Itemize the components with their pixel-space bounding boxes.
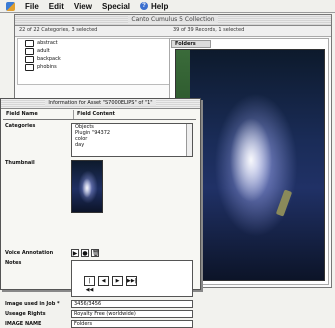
usage-rights-label: Useage Rights (5, 311, 46, 317)
next-record-button[interactable]: ▶ (112, 276, 123, 286)
image-used-label: Image used in Job * (5, 301, 60, 307)
category-item-label: abstract (37, 40, 58, 46)
voice-annotation-controls: ▶ ● 🗑 (71, 249, 100, 257)
folder-icon (25, 55, 34, 63)
menu-special[interactable]: Special (102, 2, 130, 11)
usage-rights-field[interactable]: Royalty Free (worldwide) (71, 310, 193, 318)
field-content-header: Field Content (77, 111, 115, 117)
menu-help-label: Help (151, 1, 169, 11)
thumbnail-label: Thumbnail (5, 160, 35, 166)
help-icon: ? (140, 2, 148, 10)
category-item[interactable]: backpack (18, 55, 178, 63)
categories-field[interactable]: Objects Plugin "94372 color day (71, 123, 193, 157)
record-voice-button[interactable]: ● (81, 249, 89, 257)
menu-file[interactable]: File (25, 2, 39, 11)
category-item-label: adult (37, 48, 50, 54)
trash-icon[interactable]: 🗑 (91, 249, 100, 257)
category-item[interactable]: phobins (18, 63, 178, 71)
menu-help[interactable]: ? Help (140, 2, 168, 11)
menu-view[interactable]: View (74, 2, 92, 11)
record-navigation: |◀◀ ◀ ▶ ▶▶| (84, 276, 137, 293)
catalog-window-titlebar[interactable]: Canto Cumulus 5 Collection (15, 15, 331, 26)
voice-annotation-label: Voice Annotation (5, 250, 54, 256)
asset-info-title: Information for Asset "S7000ELIPS" of "1… (45, 100, 156, 106)
image-name-label: IMAGE NAME (5, 321, 42, 327)
image-used-field[interactable]: 3456/3456 (71, 300, 193, 308)
folder-icon (25, 47, 34, 55)
folder-icon (25, 63, 34, 71)
record-field-tab[interactable]: Folders (171, 40, 211, 48)
previous-record-button[interactable]: ◀ (98, 276, 109, 286)
catalog-window-title: Canto Cumulus 5 Collection (128, 16, 218, 23)
asset-thumbnail (71, 160, 103, 213)
record-status: 39 of 39 Records, 1 selected (173, 27, 245, 33)
apple-menu-icon[interactable] (6, 1, 15, 11)
field-name-header: Field Name (3, 110, 74, 119)
image-name-field[interactable]: Folders (71, 320, 193, 328)
category-value: day (75, 142, 85, 148)
category-status: 22 of 22 Categories, 3 selected (19, 27, 98, 33)
categories-label: Categories (5, 123, 36, 129)
category-list[interactable]: abstract adult backpack phobins (17, 38, 179, 85)
field-header-row: Field Name Field Content (3, 110, 196, 120)
folder-icon (25, 39, 34, 47)
asset-info-titlebar[interactable]: Information for Asset "S7000ELIPS" of "1… (1, 99, 200, 109)
last-record-button[interactable]: ▶▶| (126, 276, 137, 286)
category-item[interactable]: adult (18, 47, 178, 55)
asset-info-dialog: Information for Asset "S7000ELIPS" of "1… (0, 98, 201, 328)
category-item-label: backpack (37, 56, 61, 62)
first-record-button[interactable]: |◀◀ (84, 276, 95, 293)
menu-bar: File Edit View Special ? Help (0, 0, 335, 13)
thumbnail-clip-shape (275, 189, 293, 217)
category-item-label: phobins (37, 64, 57, 70)
catalog-status-row: 22 of 22 Categories, 3 selected 39 of 39… (15, 26, 331, 37)
play-voice-button[interactable]: ▶ (71, 249, 79, 257)
categories-scrollbar[interactable] (186, 124, 192, 156)
notes-label: Notes (5, 260, 22, 266)
category-item[interactable]: abstract (18, 39, 178, 47)
menu-edit[interactable]: Edit (49, 2, 64, 11)
